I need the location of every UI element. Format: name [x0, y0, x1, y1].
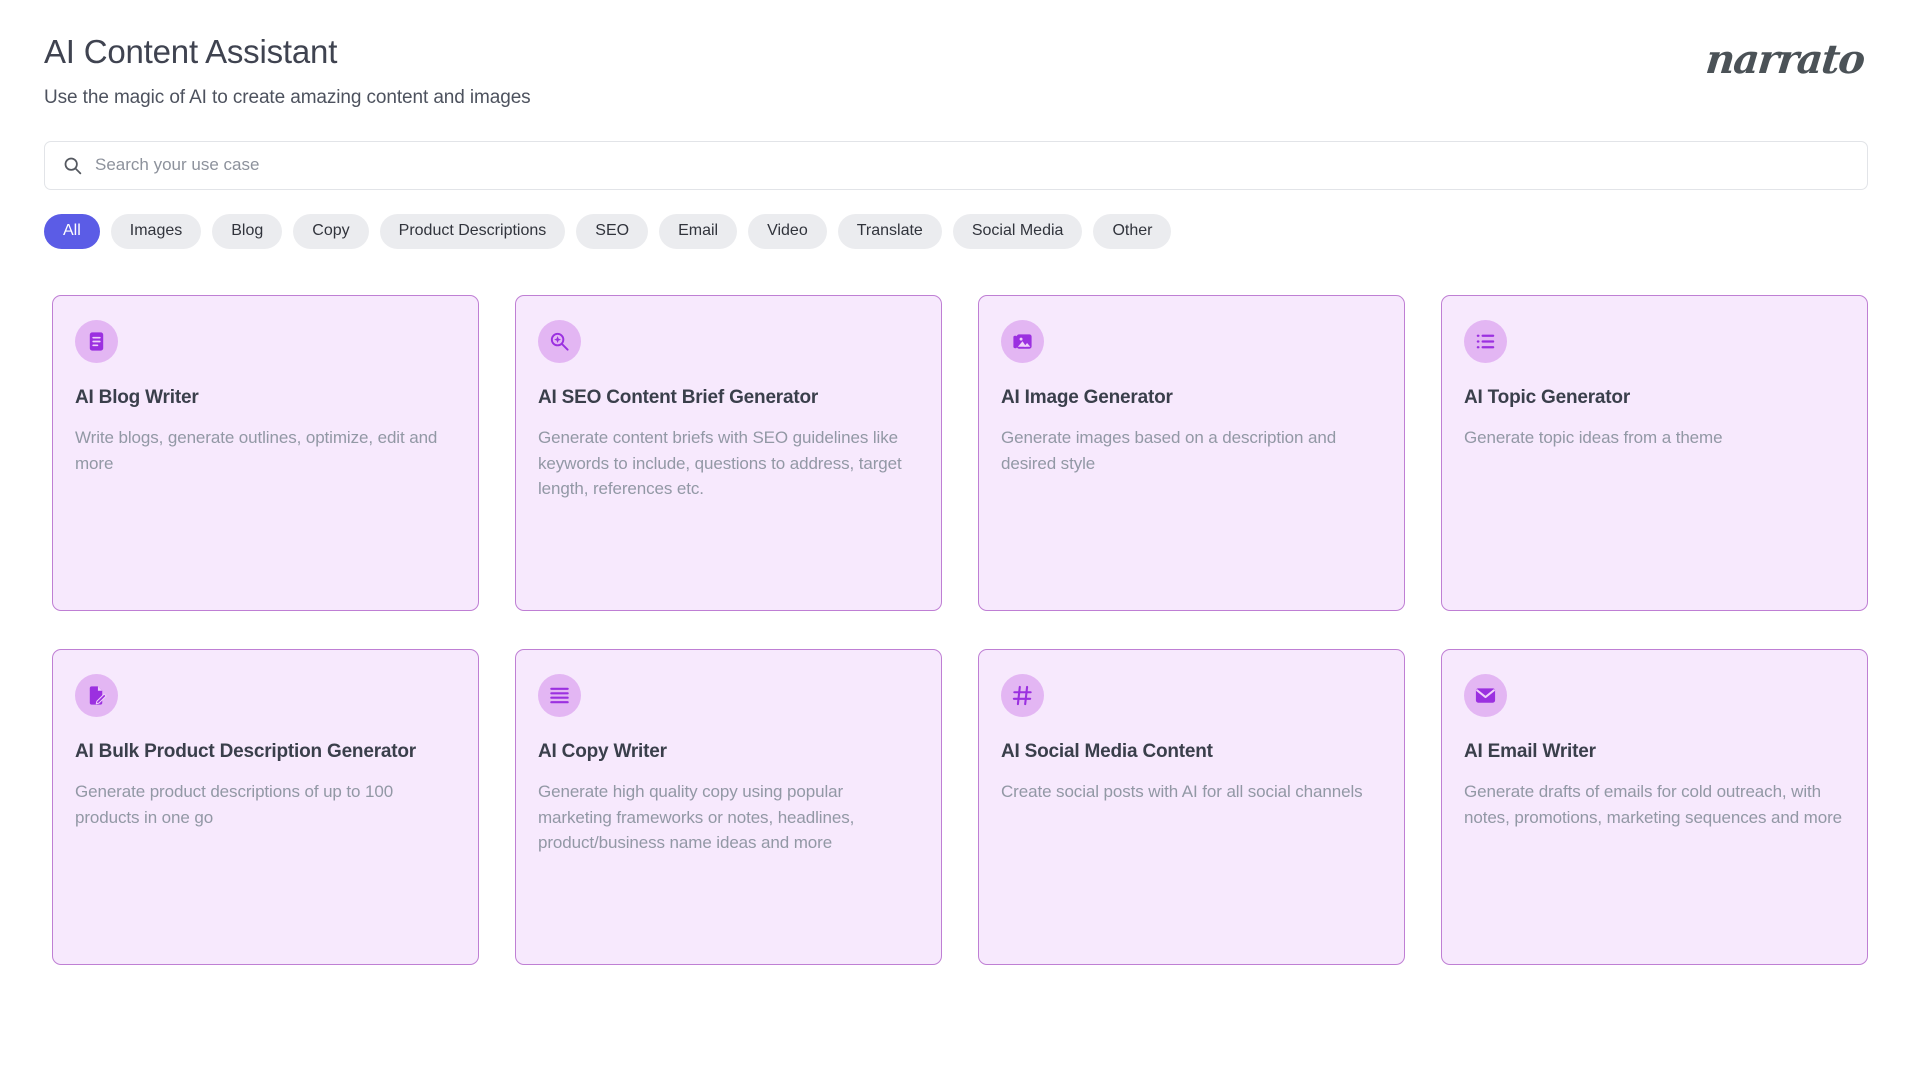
card-title: AI Image Generator [1001, 385, 1380, 411]
card-description: Create social posts with AI for all soci… [1001, 779, 1380, 805]
card-description: Generate drafts of emails for cold outre… [1464, 779, 1843, 831]
card-description: Generate content briefs with SEO guideli… [538, 425, 917, 502]
search-icon [59, 155, 95, 176]
filter-chip-seo[interactable]: SEO [576, 214, 648, 249]
filter-chip-other[interactable]: Other [1093, 214, 1171, 249]
card-title: AI Bulk Product Description Generator [75, 739, 454, 765]
filter-chip-list: All Images Blog Copy Product Description… [44, 214, 1868, 249]
card-title: AI Email Writer [1464, 739, 1843, 765]
filter-chip-blog[interactable]: Blog [212, 214, 282, 249]
card-ai-social-media-content[interactable]: AI Social Media Content Create social po… [978, 649, 1405, 965]
document-pencil-icon [75, 674, 118, 717]
card-ai-blog-writer[interactable]: AI Blog Writer Write blogs, generate out… [52, 295, 479, 611]
document-lines-icon [75, 320, 118, 363]
card-title: AI Social Media Content [1001, 739, 1380, 765]
page-title: AI Content Assistant [44, 32, 531, 72]
use-case-card-grid: AI Blog Writer Write blogs, generate out… [52, 295, 1868, 965]
header-text-block: AI Content Assistant Use the magic of AI… [44, 28, 531, 109]
filter-chip-email[interactable]: Email [659, 214, 737, 249]
card-ai-image-generator[interactable]: AI Image Generator Generate images based… [978, 295, 1405, 611]
hashtag-icon [1001, 674, 1044, 717]
card-description: Generate topic ideas from a theme [1464, 425, 1843, 451]
card-title: AI Blog Writer [75, 385, 454, 411]
page-subtitle: Use the magic of AI to create amazing co… [44, 87, 531, 109]
image-stack-icon [1001, 320, 1044, 363]
filter-chip-copy[interactable]: Copy [293, 214, 368, 249]
card-description: Generate product descriptions of up to 1… [75, 779, 454, 831]
ai-content-assistant-page: AI Content Assistant Use the magic of AI… [0, 0, 1920, 1080]
filter-chip-social-media[interactable]: Social Media [953, 214, 1083, 249]
card-ai-email-writer[interactable]: AI Email Writer Generate drafts of email… [1441, 649, 1868, 965]
card-title: AI SEO Content Brief Generator [538, 385, 917, 411]
card-description: Generate high quality copy using popular… [538, 779, 917, 856]
narrato-logo: narrato [1704, 40, 1866, 80]
search-bar[interactable] [44, 141, 1868, 190]
card-title: AI Topic Generator [1464, 385, 1843, 411]
filter-chip-video[interactable]: Video [748, 214, 827, 249]
card-ai-copy-writer[interactable]: AI Copy Writer Generate high quality cop… [515, 649, 942, 965]
card-ai-seo-content-brief-generator[interactable]: AI SEO Content Brief Generator Generate … [515, 295, 942, 611]
filter-chip-translate[interactable]: Translate [838, 214, 942, 249]
search-input[interactable] [95, 142, 1853, 189]
filter-chip-all[interactable]: All [44, 214, 100, 249]
envelope-icon [1464, 674, 1507, 717]
bullet-list-icon [1464, 320, 1507, 363]
card-title: AI Copy Writer [538, 739, 917, 765]
card-description: Generate images based on a description a… [1001, 425, 1380, 477]
filter-chip-images[interactable]: Images [111, 214, 201, 249]
magnifier-sparkle-icon [538, 320, 581, 363]
card-description: Write blogs, generate outlines, optimize… [75, 425, 454, 477]
text-lines-icon [538, 674, 581, 717]
page-header: AI Content Assistant Use the magic of AI… [0, 0, 1920, 109]
filter-chip-product-descriptions[interactable]: Product Descriptions [380, 214, 566, 249]
card-ai-bulk-product-description-generator[interactable]: AI Bulk Product Description Generator Ge… [52, 649, 479, 965]
card-ai-topic-generator[interactable]: AI Topic Generator Generate topic ideas … [1441, 295, 1868, 611]
